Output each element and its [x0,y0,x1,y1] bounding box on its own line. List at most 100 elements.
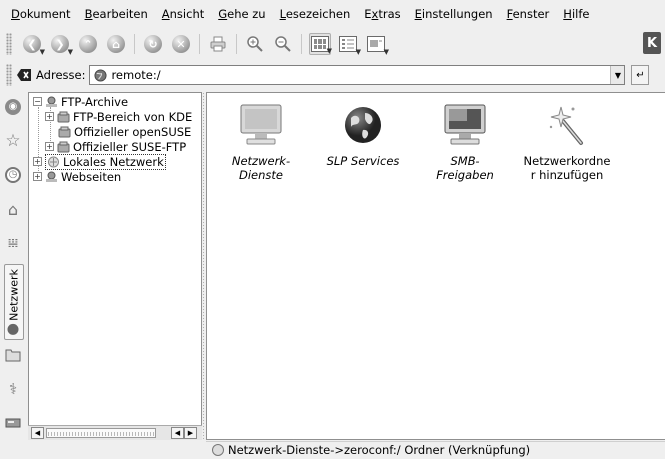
stop-button[interactable]: ✕ [170,33,192,55]
monitor-icon [444,104,486,145]
pin-icon: ⚕ [8,380,18,398]
sidebar-tab-services[interactable]: ⚕ [2,378,24,400]
scroll-left-button[interactable]: ◀ [171,427,184,439]
scroll-right-button[interactable]: ▶ [184,427,197,439]
selected-item-frame: Lokales Netzwerk [45,153,166,170]
icon-label: SLP Services [326,154,400,168]
toolbar-separator [134,34,135,54]
up-icon: ⌃ [79,35,97,53]
throbber-icon[interactable]: K [643,32,661,54]
status-indicator-icon [212,443,224,456]
tree-item-ftp-kde[interactable]: + FTP-Bereich von KDE [45,109,192,124]
locationbar-grip-icon[interactable] [6,64,12,86]
location-dropdown-button[interactable]: ▼ [610,66,625,84]
reload-icon: ↻ [144,35,162,53]
location-label: Adresse: [36,68,86,82]
toolbar-grip-icon[interactable] [6,33,12,55]
forward-button[interactable]: ❯ ▼ [49,33,73,56]
ftp-server-icon [57,111,70,122]
scroll-left-button[interactable]: ◀ [31,427,44,439]
tree-expand-toggle[interactable]: + [33,172,42,181]
home-icon: ⌂ [107,35,125,53]
menu-gehe-zu[interactable]: Gehe zu [211,7,272,21]
preview-view-button[interactable]: ▼ [365,33,389,56]
tree-expand-toggle[interactable]: + [45,112,54,121]
location-value: remote:/ [111,68,161,82]
menu-hilfe[interactable]: Hilfe [556,7,596,21]
menu-bar: Dokument Bearbeiten Ansicht Gehe zu Lese… [0,0,665,28]
tree-item-opensuse[interactable]: Offizieller openSUSE [58,124,191,139]
clear-location-icon[interactable] [16,68,32,82]
main-icon-view: Netzwerk- Dienste SLP Services SMB- Frei… [206,92,665,440]
toolbar-separator [301,34,302,54]
menu-lesezeichen[interactable]: Lesezeichen [273,7,358,21]
menu-bearbeiten[interactable]: Bearbeiten [78,7,155,21]
zoom-in-button[interactable] [244,33,266,55]
back-icon: ❮ [23,35,41,53]
tree-item-ftp-archive[interactable]: − FTP-Archive [33,94,128,109]
scrollbar-thumb[interactable] [46,428,156,438]
tree-item-suse-ftp[interactable]: + Offizieller SUSE-FTP [45,139,186,154]
up-button[interactable]: ⌃ [77,33,99,55]
device-icon [5,418,21,428]
detail-view-icon [339,36,357,52]
folder-icon [5,349,21,362]
globe-icon [345,107,381,143]
detail-view-button[interactable]: ▼ [337,33,361,56]
icon-label: Netzwerk- Dienste [231,154,291,182]
sidebar-horizontal-scrollbar[interactable]: ◀ ◀ ▶ [28,425,202,440]
menu-fenster[interactable]: Fenster [500,7,557,21]
globe-icon [94,68,107,82]
konqueror-window: Dokument Bearbeiten Ansicht Gehe zu Lese… [0,0,665,459]
compass-icon: ◉ [5,99,21,115]
zoom-in-icon [247,36,263,52]
icon-item-slp-services[interactable]: SLP Services [319,101,407,168]
menu-dokument[interactable]: Dokument [4,7,78,21]
icon-item-smb-shares[interactable]: SMB- Freigaben [421,101,509,182]
sidebar-tab-bar: ◉ ☆ ◷ ⌂ 𝍐 Netzwerk ⚕ [0,92,26,440]
stop-icon: ✕ [172,35,190,53]
status-text: Netzwerk-Dienste->zeroconf:/ Ordner (Ver… [228,442,531,457]
tree-collapse-toggle[interactable]: − [33,97,42,106]
menu-einstellungen[interactable]: Einstellungen [408,7,500,21]
icon-view-button[interactable]: ▼ [309,33,332,55]
location-input[interactable]: remote:/ ▼ [89,65,626,85]
star-icon: ☆ [5,131,21,151]
forward-icon: ❯ [51,35,69,53]
icon-label: SMB- Freigaben [436,154,494,182]
toolbar-separator [236,34,237,54]
sidebar-tab-history[interactable]: ◷ [2,164,24,186]
sidebar-tab-devices[interactable] [2,412,24,434]
go-button[interactable]: ↵ [631,65,650,85]
status-bar: Netzwerk-Dienste->zeroconf:/ Ordner (Ver… [206,441,665,457]
menu-extras[interactable]: Extras [357,7,407,21]
sidebar-tab-media[interactable]: 𝍐 [2,232,24,254]
home-button[interactable]: ⌂ [105,33,127,55]
print-button[interactable] [207,33,229,55]
main-toolbar: ❮ ▼ ❯ ▼ ⌃ ⌂ ↻ ✕ ▼ ▼ ▼ K [0,28,665,60]
zoom-out-button[interactable] [272,33,294,55]
home-folder-icon: ⌂ [7,199,19,219]
tree-item-local-network[interactable]: + Lokales Netzwerk [33,153,166,170]
clock-icon: ◷ [5,167,21,183]
ftp-folder-icon [46,96,57,107]
sidebar-tab-netzwerk-label: Netzwerk [7,269,21,335]
tree-item-websites[interactable]: + Webseiten [33,169,121,184]
network-icon [48,156,59,167]
sidebar-tab-bookmarks[interactable]: ◉ [2,96,24,118]
tree-expand-toggle[interactable]: + [33,157,42,166]
magic-wand-icon [549,106,583,145]
sidebar-tab-home[interactable]: ⌂ [2,198,24,220]
preview-view-icon [367,36,385,52]
icon-item-add-network-folder[interactable]: Netzwerkordne r hinzufügen [523,101,611,182]
reload-button[interactable]: ↻ [142,33,164,55]
ftp-server-icon [58,126,71,137]
sidebar-tab-netzwerk[interactable]: Netzwerk [4,264,24,340]
menu-ansicht[interactable]: Ansicht [155,7,211,21]
sidebar-tab-root-folder[interactable] [2,344,24,366]
back-button[interactable]: ❮ ▼ [21,33,45,56]
tree-expand-toggle[interactable]: + [45,142,54,151]
icon-item-network-services[interactable]: Netzwerk- Dienste [217,101,305,182]
sidebar-tab-favorites[interactable]: ☆ [2,130,24,152]
location-bar: Adresse: remote:/ ▼ ↵ [0,62,665,88]
